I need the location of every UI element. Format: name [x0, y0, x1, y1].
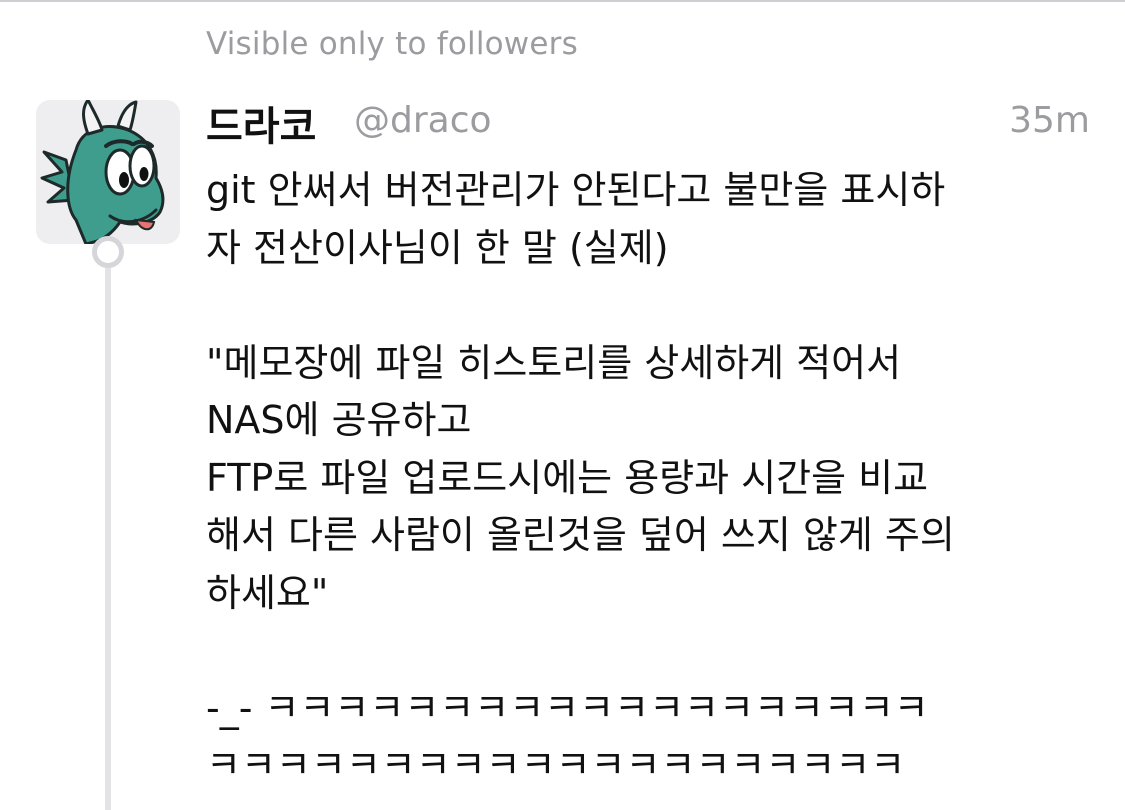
post-line: 자 전산이사님이 한 말 (실제): [206, 225, 669, 270]
post-blank-line: [206, 277, 1106, 335]
post-line: FTP로 파일 업로드시에는 용량과 시간을 비교: [206, 455, 929, 500]
post-line: "메모장에 파일 히스토리를 상세하게 적어서: [206, 340, 902, 385]
user-handle[interactable]: @draco: [354, 100, 492, 141]
post-body: git 안써서 버전관리가 안된다고 불만을 표시하 자 전산이사님이 한 말 …: [206, 162, 1106, 795]
dragon-avatar-icon: [40, 100, 165, 244]
visibility-label: Visible only to followers: [206, 26, 578, 62]
post-line: -_- ㅋㅋㅋㅋㅋㅋㅋㅋㅋㅋㅋㅋㅋㅋㅋㅋㅋㅋㅋ: [206, 685, 929, 730]
post-line: 해서 다른 사람이 올린것을 덮어 쓰지 않게 주의: [206, 513, 955, 557]
avatar[interactable]: [36, 100, 180, 244]
post-timestamp[interactable]: 35m: [1009, 100, 1090, 141]
post-line: 하세요": [206, 570, 329, 615]
post-line: ㅋㅋㅋㅋㅋㅋㅋㅋㅋㅋㅋㅋㅋㅋㅋㅋㅋㅋㅋㅋ: [206, 743, 906, 787]
post-header: 드라코 @draco 35m: [206, 94, 1090, 150]
post-line: NAS에 공유하고: [206, 398, 472, 442]
post-blank-line: [206, 622, 1106, 680]
thread-line: [105, 262, 111, 810]
post-line: git 안써서 버전관리가 안된다고 불만을 표시하: [206, 168, 946, 212]
thread-connector-dot: [92, 236, 124, 268]
top-divider: [0, 0, 1125, 2]
display-name[interactable]: 드라코: [206, 94, 316, 152]
